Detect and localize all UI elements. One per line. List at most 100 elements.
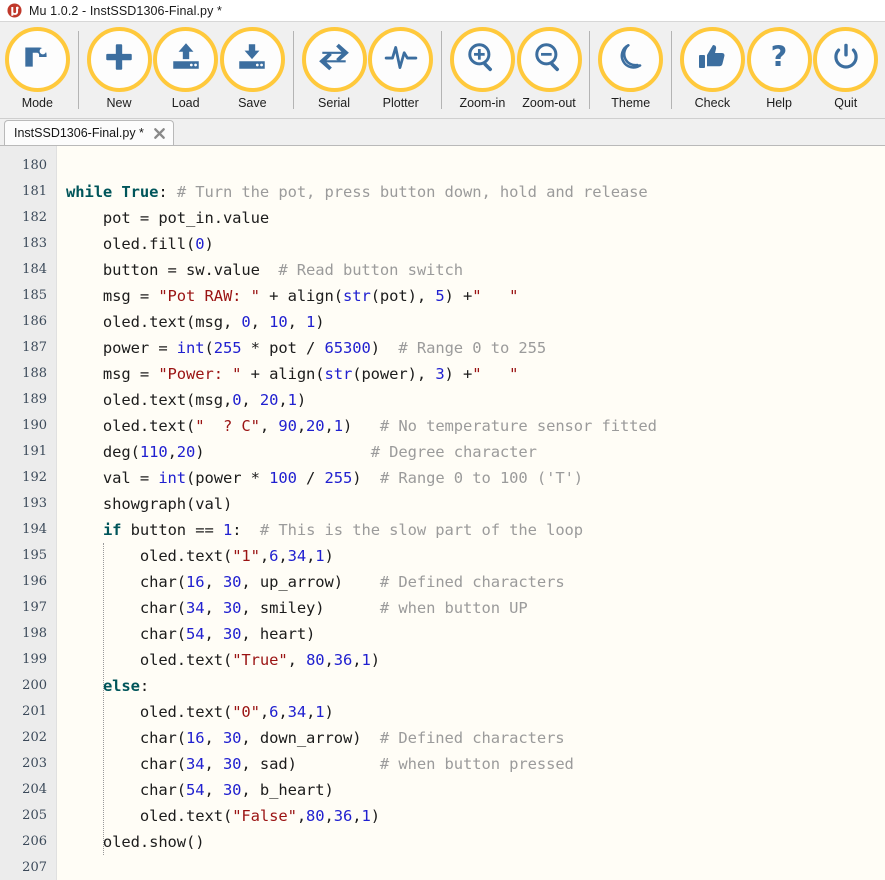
code-line[interactable]: deg(110,20) # Degree character <box>66 439 885 465</box>
tab-bar: InstSSD1306-Final.py * <box>0 119 885 146</box>
toolbar-button-new[interactable]: New <box>86 27 153 110</box>
code-token: char( <box>66 729 187 747</box>
zoom-in-button-circle[interactable] <box>449 27 515 92</box>
code-line[interactable]: oled.text("False",80,36,1) <box>66 803 885 829</box>
tab-instssd1306-final[interactable]: InstSSD1306-Final.py * <box>4 120 174 145</box>
line-number: 195 <box>22 548 47 563</box>
code-line[interactable]: char(54, 30, heart) <box>66 621 885 647</box>
close-icon[interactable] <box>153 127 166 140</box>
toolbar-button-zoom-out[interactable]: Zoom-out <box>516 27 583 110</box>
code-token: while <box>66 183 113 201</box>
code-line[interactable]: pot = pot_in.value <box>66 205 885 231</box>
code-line[interactable]: oled.text("0",6,34,1) <box>66 699 885 725</box>
code-token: , <box>250 313 270 331</box>
code-token: 10 <box>269 313 288 331</box>
toolbar-button-mode[interactable]: Mode <box>4 27 71 110</box>
code-line[interactable]: char(16, 30, up_arrow) # Defined charact… <box>66 569 885 595</box>
line-number: 197 <box>22 600 47 615</box>
line-number: 186 <box>22 314 47 329</box>
save-button-circle[interactable] <box>219 27 285 92</box>
code-token: msg = <box>66 365 159 383</box>
code-token: # No temperature sensor fitted <box>379 417 657 435</box>
code-line[interactable]: oled.text(msg,0, 20,1) <box>66 387 885 413</box>
code-token: if <box>102 521 122 539</box>
code-line[interactable]: button = sw.value # Read button switch <box>66 257 885 283</box>
code-line[interactable]: msg = "Pot RAW: " + align(str(pot), 5) +… <box>66 283 885 309</box>
toolbar-button-check[interactable]: Check <box>679 27 746 110</box>
code-text-area[interactable]: while True: # Turn the pot, press button… <box>57 146 885 880</box>
code-token: , heart) <box>241 625 316 643</box>
mode-button-circle[interactable] <box>4 27 70 92</box>
code-token: 3 <box>435 365 445 383</box>
code-line[interactable]: if button == 1: # This is the slow part … <box>66 517 885 543</box>
code-line[interactable]: while True: # Turn the pot, press button… <box>66 179 885 205</box>
code-line[interactable]: char(16, 30, down_arrow) # Defined chara… <box>66 725 885 751</box>
magnifier-minus-icon <box>532 40 566 79</box>
code-line[interactable]: oled.text("1",6,34,1) <box>66 543 885 569</box>
help-button-circle[interactable]: ? <box>746 27 812 92</box>
code-line[interactable]: oled.text(" ? C", 90,20,1) # No temperat… <box>66 413 885 439</box>
code-line[interactable]: char(54, 30, b_heart) <box>66 777 885 803</box>
toolbar-button-quit[interactable]: Quit <box>812 27 879 110</box>
code-line[interactable]: msg = "Power: " + align(str(power), 3) +… <box>66 361 885 387</box>
code-token: 34 <box>287 547 307 565</box>
line-number: 184 <box>22 262 47 277</box>
line-number: 188 <box>22 366 47 381</box>
toolbar-button-help[interactable]: ? Help <box>746 27 813 110</box>
code-token: , <box>167 443 177 461</box>
code-line[interactable]: val = int(power * 100 / 255) # Range 0 t… <box>66 465 885 491</box>
code-line[interactable]: oled.fill(0) <box>66 231 885 257</box>
code-token: 16 <box>186 573 205 591</box>
code-line[interactable] <box>66 855 885 880</box>
line-number: 193 <box>22 496 47 511</box>
code-token: , <box>259 703 270 721</box>
zoom-out-button-circle[interactable] <box>516 27 582 92</box>
code-token: 0 <box>241 313 251 331</box>
toolbar-separator-1 <box>77 31 79 109</box>
code-line[interactable]: power = int(255 * pot / 65300) # Range 0… <box>66 335 885 361</box>
code-line[interactable]: showgraph(val) <box>66 491 885 517</box>
code-token: (pot), <box>370 287 436 305</box>
line-number: 192 <box>22 470 47 485</box>
code-line[interactable] <box>66 153 885 179</box>
code-token: ) <box>315 313 325 331</box>
quit-button-circle[interactable] <box>813 27 879 92</box>
code-token: 30 <box>222 625 242 643</box>
code-line[interactable]: char(34, 30, smiley) # when button UP <box>66 595 885 621</box>
serial-button-circle[interactable] <box>301 27 367 92</box>
check-button-circle[interactable] <box>679 27 745 92</box>
code-token: # Read button switch <box>278 261 463 279</box>
code-token: " " <box>472 365 519 383</box>
toolbar-label-check: Check <box>694 96 731 110</box>
toolbar-button-load[interactable]: Load <box>152 27 219 110</box>
new-button-circle[interactable] <box>86 27 152 92</box>
toolbar-button-plotter[interactable]: Plotter <box>367 27 434 110</box>
code-line[interactable]: else: <box>66 673 885 699</box>
code-line[interactable]: char(34, 30, sad) # when button pressed <box>66 751 885 777</box>
code-token: # Turn the pot, press button down, hold … <box>176 183 648 201</box>
line-number: 206 <box>22 834 47 849</box>
code-token: 54 <box>186 625 205 643</box>
code-token: oled.text( <box>66 651 233 669</box>
code-line[interactable]: oled.text("True", 80,36,1) <box>66 647 885 673</box>
code-token: / <box>296 469 325 487</box>
toolbar-button-save[interactable]: Save <box>219 27 286 110</box>
code-line[interactable]: oled.text(msg, 0, 10, 1) <box>66 309 885 335</box>
plotter-button-circle[interactable] <box>368 27 434 92</box>
code-token: ) <box>370 651 380 669</box>
toolbar-label-load: Load <box>171 96 200 110</box>
code-token: char( <box>66 573 187 591</box>
code-token: , <box>204 729 223 747</box>
theme-button-circle[interactable] <box>598 27 664 92</box>
toolbar-separator-2 <box>292 31 294 109</box>
code-line[interactable]: oled.show() <box>66 829 885 855</box>
toolbar-button-zoom-in[interactable]: Zoom-in <box>449 27 516 110</box>
toolbar-button-serial[interactable]: Serial <box>301 27 368 110</box>
load-button-circle[interactable] <box>153 27 219 92</box>
code-token: , <box>296 417 307 435</box>
code-token: 1 <box>361 651 371 669</box>
toolbar-button-theme[interactable]: Theme <box>597 27 664 110</box>
code-editor[interactable]: 180 181 182 183 184 185 186 187 188 189 190 191 192 1… <box>0 146 885 880</box>
line-number: 194 <box>22 522 47 537</box>
